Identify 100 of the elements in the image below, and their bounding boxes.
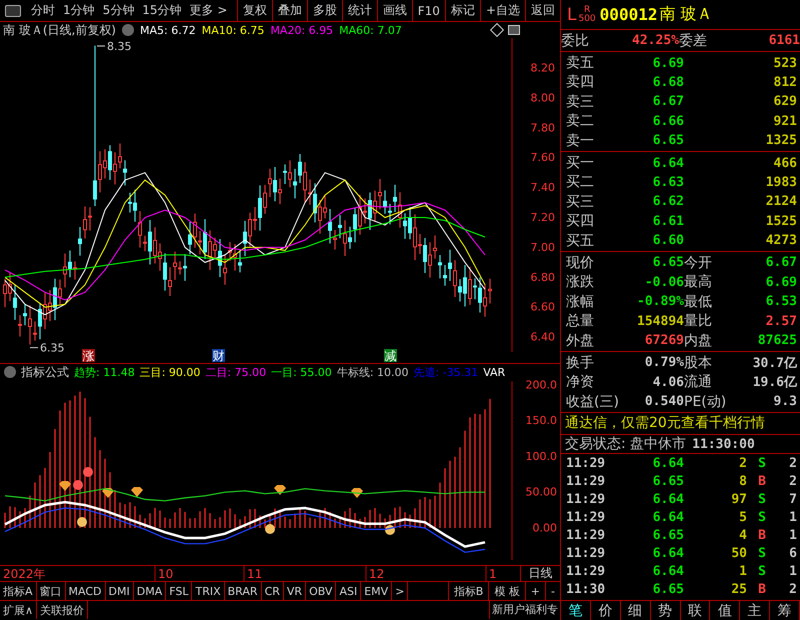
toolbar-button[interactable]: 画线: [376, 0, 412, 21]
diamond-icon: [131, 487, 143, 497]
field-label: 涨幅: [566, 292, 595, 311]
field-label: 流通: [684, 373, 713, 392]
toolbar-button[interactable]: 统计: [342, 0, 377, 21]
time-axis-label: 10: [158, 567, 174, 581]
toolbar-button[interactable]: +自选: [480, 0, 525, 21]
order-label: 卖一: [566, 132, 595, 150]
dropdown-icon[interactable]: [122, 24, 134, 36]
indicator-axis-label: 200.0: [526, 380, 557, 392]
indicator-tab[interactable]: VR: [284, 582, 306, 600]
order-price: 6.61: [652, 214, 684, 229]
trading-status: 交易状态: 盘中休市: [565, 435, 686, 454]
order-label: 卖五: [566, 54, 595, 72]
indicator-tab[interactable]: MACD: [66, 582, 106, 600]
period-tab[interactable]: 分时: [27, 0, 59, 21]
toolbar-button[interactable]: 叠加: [272, 0, 307, 21]
field-label: 总量: [566, 312, 595, 330]
order-volume: 4273: [764, 233, 797, 248]
trade-side: S: [757, 546, 767, 561]
field-value: 0.540: [644, 394, 684, 410]
stock-name: 南 玻Ａ: [659, 4, 713, 25]
indicator-tab[interactable]: OBV: [306, 582, 336, 600]
window-icon[interactable]: [508, 25, 520, 35]
footer-button[interactable]: 扩展∧: [0, 601, 38, 619]
badge-text: 500: [578, 14, 596, 24]
time-axis-label: 2022年: [3, 567, 46, 581]
window-toggle-icon[interactable]: [5, 4, 21, 16]
field-value: 2.57: [764, 314, 797, 329]
toolbar-button[interactable]: 标记: [444, 0, 480, 21]
indicator-tab[interactable]: 指标A: [0, 582, 37, 600]
indicator-tab[interactable]: 指标B: [448, 582, 488, 600]
tick-count: 2: [788, 474, 797, 489]
field-label: 委差: [679, 32, 708, 50]
event-label: 财: [212, 349, 224, 363]
tick-volume: 2: [738, 456, 747, 471]
field-label: 外盘: [566, 332, 595, 350]
moving-average-label: MA5: 6.72: [140, 24, 196, 36]
order-price: 6.66: [652, 114, 684, 129]
indicator-tab[interactable]: TRIX: [192, 582, 225, 600]
indicator-tab[interactable]: FSL: [166, 582, 192, 600]
panel-tab[interactable]: 联: [680, 601, 710, 620]
tick-volume: 25: [730, 582, 747, 597]
indicator-tab[interactable]: -: [545, 582, 560, 600]
tick-price: 6.64: [652, 492, 684, 507]
trade-side: S: [757, 510, 767, 525]
panel-tab[interactable]: 价: [590, 601, 621, 620]
indicator-tab[interactable]: ASI: [336, 582, 362, 600]
order-volume: 2124: [764, 194, 797, 210]
toolbar-button[interactable]: 返回: [525, 0, 560, 21]
tick-volume: 97: [730, 492, 747, 507]
order-volume: 466: [772, 156, 797, 171]
promo-link[interactable]: 新用户福利专: [489, 601, 560, 619]
toolbar-button[interactable]: 多股: [306, 0, 342, 21]
field-label: 换手: [566, 354, 595, 372]
order-label: 买一: [566, 154, 595, 172]
order-price: 6.64: [652, 156, 684, 171]
toolbar-button[interactable]: F10: [412, 0, 445, 21]
order-price: 6.67: [652, 94, 684, 110]
order-volume: 812: [772, 74, 797, 90]
indicator-tab[interactable]: EMV: [361, 582, 392, 600]
tick-count: 1: [788, 528, 797, 543]
period-tab[interactable]: 1分钟: [59, 0, 99, 21]
panel-tab[interactable]: 值: [710, 601, 740, 620]
indicator-tab[interactable]: 窗口: [36, 582, 66, 600]
footer-button[interactable]: 关联报价: [37, 601, 88, 619]
indicator-tab[interactable]: DMI: [106, 582, 134, 600]
indicator-tab[interactable]: >: [392, 582, 408, 600]
tick-price: 6.64: [652, 456, 684, 471]
indicator-tab[interactable]: 模 板: [488, 582, 525, 600]
field-value: 19.6亿: [752, 374, 797, 392]
period-tab[interactable]: 更多 >: [186, 0, 232, 21]
dropdown-icon[interactable]: [4, 366, 16, 378]
price-axis-label: 7.60: [530, 151, 555, 164]
status-time: 11:30:00: [692, 436, 755, 452]
panel-tab[interactable]: 主: [740, 601, 770, 620]
panel-tab[interactable]: 筹: [770, 601, 800, 620]
field-value: 67269: [644, 333, 684, 348]
promo-link[interactable]: 通达信，仅需20元查看千档行情: [561, 413, 800, 436]
tick-price: 6.65: [652, 474, 684, 489]
period-tab[interactable]: 5分钟: [98, 0, 138, 21]
period-tab[interactable]: 15分钟: [138, 0, 186, 21]
indicator-tab[interactable]: +: [524, 582, 546, 600]
panel-tab[interactable]: 细: [620, 601, 651, 620]
order-label: 卖三: [566, 92, 595, 111]
indicator-axis-label: 0.00: [532, 521, 557, 534]
panel-tab[interactable]: 笔: [561, 601, 591, 620]
panel-tab[interactable]: 势: [650, 601, 680, 620]
moving-average-label: MA20: 6.95: [270, 24, 334, 36]
chart-title: 南 玻Ａ(日线,前复权): [3, 22, 116, 38]
indicator-tab[interactable]: DMA: [134, 582, 166, 600]
field-value: 6.67: [764, 255, 797, 270]
diamond-icon: [351, 488, 363, 498]
indicator-value: 趋势: 11.48: [74, 364, 135, 380]
toolbar-button[interactable]: 复权: [236, 0, 272, 21]
price-axis-label: 7.80: [530, 121, 555, 134]
tick-volume: 5: [738, 510, 747, 525]
order-price: 6.63: [652, 174, 684, 190]
indicator-tab[interactable]: CR: [262, 582, 284, 600]
indicator-tab[interactable]: BRAR: [224, 582, 262, 600]
